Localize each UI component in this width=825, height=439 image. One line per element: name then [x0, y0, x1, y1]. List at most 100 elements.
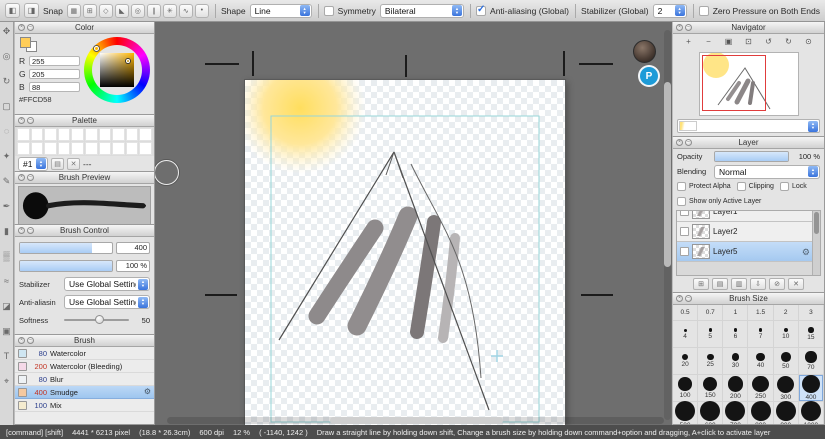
rotate-reset-icon[interactable]: ⊙ [802, 37, 815, 46]
palette-swatch[interactable] [139, 142, 152, 155]
antialias-checkbox[interactable] [476, 6, 486, 16]
wand-tool[interactable]: ✦ [1, 151, 12, 162]
snap-vanishing-icon[interactable]: ◣ [115, 4, 129, 18]
navigator-thumbnail[interactable] [700, 53, 798, 115]
p-badge[interactable]: P [640, 67, 658, 85]
palette-swatch[interactable] [58, 142, 71, 155]
symmetry-select[interactable]: Bilateral ▲▼ [380, 4, 464, 18]
duplicate-layer-icon[interactable]: ▥ [731, 278, 747, 290]
new-layer-icon[interactable]: ⊞ [693, 278, 709, 290]
brush-item[interactable]: 200Watercolor (Bleeding) [15, 360, 154, 373]
brush-size-cell[interactable]: 1.5 [748, 305, 773, 321]
close-icon[interactable]: × [18, 337, 25, 344]
snap-grid-icon[interactable]: ⊞ [83, 4, 97, 18]
layer-row[interactable]: Layer2 [677, 222, 812, 242]
brush-size-cell[interactable]: 800 [748, 402, 773, 424]
stabilizer-select[interactable]: 2 ▲▼ [653, 4, 687, 18]
close-icon[interactable]: × [18, 227, 25, 234]
navigator-preview-bar[interactable]: ▲▼ [677, 119, 820, 133]
layer-scrollbar[interactable] [812, 211, 820, 275]
softness-slider-knob[interactable] [95, 315, 104, 324]
delete-swatch-icon[interactable]: ✕ [67, 158, 80, 170]
brush-size-cell[interactable]: 250 [748, 375, 773, 402]
lock-checkbox[interactable] [780, 182, 789, 191]
snap-settings-icon[interactable]: • [195, 4, 209, 18]
close-icon[interactable]: × [18, 24, 25, 31]
layer-row[interactable]: Layer5⚙ [677, 242, 812, 262]
zero-pressure-checkbox[interactable] [699, 6, 709, 16]
shape-select[interactable]: Line ▲▼ [250, 4, 312, 18]
brush-size-cell[interactable]: 0.7 [698, 305, 723, 321]
horizontal-scrollbar[interactable] [167, 417, 664, 424]
rotate-ccw-icon[interactable]: ↺ [762, 37, 775, 46]
show-only-active-checkbox[interactable] [677, 197, 686, 206]
brush-size-cell[interactable]: 600 [698, 402, 723, 424]
brush-size-cell[interactable]: 2 [774, 305, 799, 321]
brush-item[interactable]: 100Mix [15, 399, 154, 412]
clipping-checkbox[interactable] [737, 182, 746, 191]
palette-swatch[interactable] [126, 142, 139, 155]
protect-alpha-checkbox[interactable] [677, 182, 686, 191]
color-wheel[interactable] [84, 37, 150, 103]
hex-value[interactable]: #FFCD58 [19, 94, 80, 104]
brush-size-cell[interactable]: 150 [698, 375, 723, 402]
collapse-icon[interactable]: − [27, 174, 34, 181]
pen-tool[interactable]: ✒ [1, 201, 12, 212]
snap-parallel-icon[interactable]: ∥ [147, 4, 161, 18]
user-avatar[interactable] [633, 40, 656, 63]
palette-swatch[interactable] [31, 142, 44, 155]
text-tool[interactable]: T [1, 351, 12, 362]
brush-size-cell[interactable]: 900 [774, 402, 799, 424]
brush-item[interactable]: 400Smudge⚙ [15, 386, 154, 399]
snap-concentric-icon[interactable]: ◎ [131, 4, 145, 18]
brush-item[interactable]: 80Blur [15, 373, 154, 386]
foreground-color-swatch[interactable] [20, 37, 31, 48]
blue-value-field[interactable]: 88 [29, 82, 80, 92]
collapse-icon[interactable]: − [27, 337, 34, 344]
canvas[interactable] [245, 80, 565, 425]
brush-size-cell[interactable]: 300 [774, 375, 799, 402]
fill-tool[interactable]: ▣ [1, 326, 12, 337]
vertical-scrollbar[interactable] [664, 30, 671, 420]
move-tool[interactable]: ✥ [1, 26, 12, 37]
brush-size-cell[interactable]: 700 [723, 402, 748, 424]
stabilizer-mode-select[interactable]: Use Global Setting ▲▼ [64, 277, 150, 291]
close-icon[interactable]: × [676, 139, 683, 146]
palette-swatch[interactable] [99, 128, 112, 141]
eyedropper-tool[interactable]: ⌖ [1, 376, 12, 387]
vertical-scrollbar-thumb[interactable] [664, 82, 671, 267]
palette-slot-select[interactable]: #1 ▲▼ [18, 157, 48, 171]
brush-size-cell[interactable]: 6 [723, 321, 748, 348]
brush-size-cell[interactable]: 15 [799, 321, 824, 348]
palette-swatch[interactable] [85, 128, 98, 141]
palette-swatch[interactable] [44, 128, 57, 141]
lasso-tool[interactable]: ◌ [1, 126, 12, 137]
brush-size-cell[interactable]: 3 [799, 305, 824, 321]
palette-swatch[interactable] [85, 142, 98, 155]
brush-tool[interactable]: ▮ [1, 226, 12, 237]
clear-layer-icon[interactable]: ⊘ [769, 278, 785, 290]
brush-size-cell[interactable]: 50 [774, 348, 799, 375]
palette-swatch[interactable] [31, 128, 44, 141]
snap-curve-icon[interactable]: ∿ [179, 4, 193, 18]
zoom-fit-icon[interactable]: ▣ [722, 37, 735, 46]
brush-size-cell[interactable]: 1 [723, 305, 748, 321]
palette-swatch[interactable] [58, 128, 71, 141]
snap-perspective-icon[interactable]: ◇ [99, 4, 113, 18]
palette-swatch[interactable] [17, 128, 30, 141]
brush-opacity-value-field[interactable]: 100 % [116, 260, 150, 272]
layer-row[interactable]: Layer1 [677, 210, 812, 222]
softness-slider[interactable] [64, 315, 129, 325]
layer-opacity-slider[interactable] [714, 151, 789, 162]
brush-size-cell[interactable]: 25 [698, 348, 723, 375]
brush-size-cell[interactable]: 5 [698, 321, 723, 348]
toggle-left-panel-icon[interactable]: ◧ [5, 3, 20, 18]
brush-size-cell[interactable]: 30 [723, 348, 748, 375]
canvas-area[interactable]: P [155, 22, 672, 425]
brush-item[interactable]: 80Watercolor [15, 347, 154, 360]
brush-size-cell[interactable]: 10 [774, 321, 799, 348]
horizontal-scrollbar-thumb[interactable] [330, 417, 503, 424]
brush-size-cell[interactable]: 0.5 [673, 305, 698, 321]
palette-swatch[interactable] [44, 142, 57, 155]
saturation-value-square[interactable] [100, 53, 134, 87]
